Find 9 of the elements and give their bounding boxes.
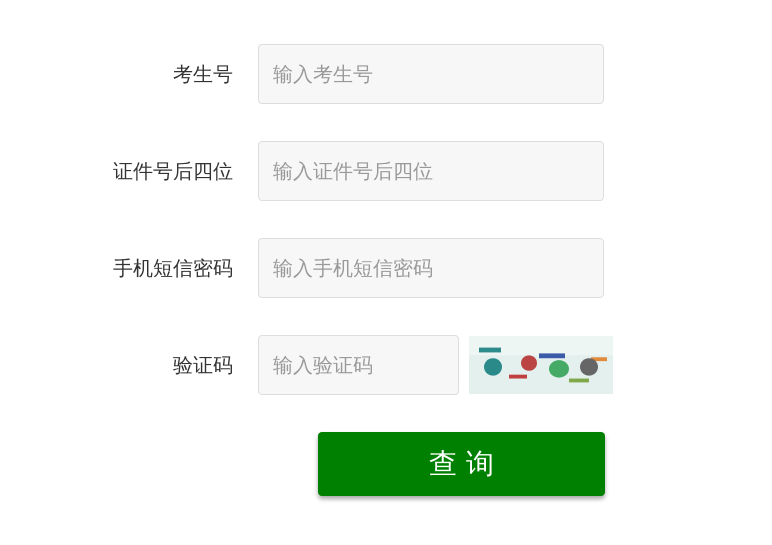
input-field[interactable]: 输入考生号 <box>258 44 604 104</box>
field-label: 证件号后四位 <box>112 158 233 184</box>
field-label: 考生号 <box>172 60 233 88</box>
input-field[interactable]: 输入验证码 <box>258 335 459 395</box>
query-button[interactable]: 查 询 <box>318 432 605 496</box>
field-label: 手机短信密码 <box>112 254 233 282</box>
field-label: 验证码 <box>172 352 233 378</box>
input-field[interactable]: 输入证件号后四位 <box>258 141 604 201</box>
input-field[interactable]: 输入手机短信密码 <box>258 238 604 298</box>
